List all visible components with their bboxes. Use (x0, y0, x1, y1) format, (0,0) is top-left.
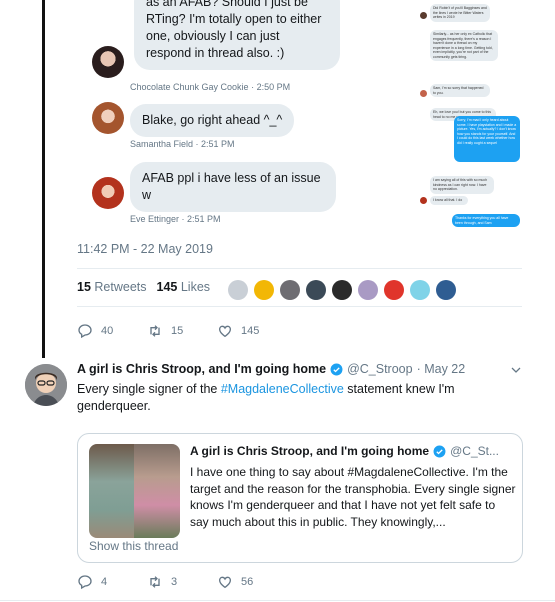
dm-line: as an AFAB? Should I just be (146, 0, 308, 9)
reply-button[interactable]: 40 (77, 323, 147, 339)
tweet-text: Every single signer of the #MagdaleneCol… (77, 381, 477, 415)
chevron-down-icon[interactable] (510, 364, 522, 376)
reply-count: 4 (101, 576, 108, 588)
tweet-actions: 4 3 56 (77, 574, 287, 590)
tweet-actions: 40 15 145 (77, 323, 287, 339)
reply-button[interactable]: 4 (77, 574, 147, 590)
divider (77, 268, 522, 269)
retweets-count: 15 (77, 280, 91, 294)
author-avatar[interactable] (25, 364, 67, 406)
mini-bubble: Thanks for everything you all have been … (452, 214, 520, 227)
dm-meta-1: Chocolate Chunk Gay Cookie · 2:50 PM (130, 82, 291, 92)
quoted-author-name: A girl is Chris Stroop, and I'm going ho… (190, 444, 430, 458)
avatar-illustration (25, 364, 67, 406)
quoted-tweet-text: I have one thing to say about #Magdalene… (190, 465, 516, 529)
liker-avatar[interactable] (384, 280, 404, 300)
liker-avatar[interactable] (332, 280, 352, 300)
quoted-tweet-card[interactable]: A girl is Chris Stroop, and I'm going ho… (77, 433, 523, 563)
dm-line: w (142, 188, 152, 202)
retweet-icon (150, 576, 160, 588)
liker-avatar[interactable] (228, 280, 248, 300)
liker-avatar[interactable] (306, 280, 326, 300)
dm-meta-3: Eve Ettinger · 2:51 PM (130, 214, 221, 224)
quoted-author-handle: @C_St... (450, 444, 499, 458)
likes-stat[interactable]: 145 Likes (157, 280, 211, 294)
reply-icon (78, 575, 92, 590)
dm-avatar-eve (92, 177, 124, 209)
mini-bubble: Did Robin't of you'll Bagginses and the … (430, 4, 490, 22)
tweet-media-image-2[interactable]: Did Robin't of you'll Bagginses and the … (416, 0, 522, 228)
mini-avatar (420, 12, 427, 19)
like-count: 145 (241, 325, 260, 337)
thread-connector-line (42, 0, 45, 358)
retweet-button[interactable]: 3 (147, 574, 217, 590)
reply-icon (78, 324, 92, 339)
tweet-date[interactable]: · May 22 (417, 362, 466, 376)
liker-avatar[interactable] (358, 280, 378, 300)
dm-meta-2: Samantha Field · 2:51 PM (130, 139, 235, 149)
dm-avatar-cookie (92, 46, 124, 78)
likes-label: Likes (180, 280, 211, 294)
dm-bubble-2: Blake, go right ahead ^_^ (130, 104, 295, 137)
verified-badge-icon (433, 445, 446, 457)
show-thread-link[interactable]: Show this thread (89, 539, 178, 553)
retweets-label: Retweets (94, 280, 147, 294)
likes-count: 145 (156, 280, 178, 294)
liker-avatar[interactable] (254, 280, 274, 300)
hashtag-link[interactable]: #MagdaleneCollective (221, 382, 344, 396)
tweet-timestamp[interactable]: 11:42 PM - 22 May 2019 (77, 242, 213, 256)
divider (77, 306, 522, 307)
like-count: 56 (241, 576, 254, 588)
retweet-icon (150, 325, 160, 337)
quoted-photo-right (134, 444, 180, 538)
reply-count: 40 (101, 325, 114, 337)
dm-line: one, obviously I can just (146, 29, 280, 43)
quoted-tweet-media[interactable] (89, 444, 180, 538)
dm-line: RTing? I'm totally open to either (146, 12, 322, 26)
dm-line: AFAB ppl i have less of an issue (142, 171, 321, 185)
mini-avatar (420, 197, 427, 204)
mini-bubble: Similarly... as her only ex Catholic tha… (430, 30, 498, 61)
mini-bubble: I know all that. I do (430, 196, 468, 205)
heart-icon (218, 325, 232, 338)
dm-bubble-1: as an AFAB? Should I just be RTing? I'm … (134, 0, 340, 70)
author-name[interactable]: A girl is Chris Stroop, and I'm going ho… (77, 362, 326, 376)
liker-avatar[interactable] (410, 280, 430, 300)
mini-bubble: Sorry, I'm mad I only heard about some. … (454, 116, 520, 162)
heart-icon (218, 576, 232, 589)
mini-avatar (420, 90, 427, 97)
liker-avatar[interactable] (436, 280, 456, 300)
like-button[interactable]: 145 (217, 323, 287, 339)
retweets-stat[interactable]: 15 Retweets (77, 280, 147, 294)
author-handle[interactable]: @C_Stroop (347, 362, 413, 376)
quoted-photo-left (89, 444, 134, 538)
tweet-header: A girl is Chris Stroop, and I'm going ho… (77, 362, 465, 376)
verified-badge-icon (330, 363, 343, 375)
liker-avatar[interactable] (280, 280, 300, 300)
tweet-text-part: Every single signer of the (77, 382, 221, 396)
divider (0, 600, 555, 601)
tweet-media-image[interactable]: as an AFAB? Should I just be RTing? I'm … (76, 0, 416, 228)
like-button[interactable]: 56 (217, 574, 287, 590)
mini-bubble: I am saying all of this with so much kin… (430, 176, 494, 194)
dm-avatar-samantha (92, 102, 124, 134)
quoted-tweet-header: A girl is Chris Stroop, and I'm going ho… (190, 444, 499, 458)
tweet-stats: 15 Retweets 145 Likes (77, 280, 210, 294)
dm-line: respond in thread also. :) (146, 46, 285, 60)
retweet-count: 15 (171, 325, 184, 337)
dm-bubble-3: AFAB ppl i have less of an issue w (130, 162, 336, 212)
mini-bubble: Sam, I'm so sorry that happened to you. (430, 84, 490, 97)
retweet-button[interactable]: 15 (147, 323, 217, 339)
retweet-count: 3 (171, 576, 178, 588)
likers-avatars (228, 280, 456, 300)
dm-line: Blake, go right ahead ^_^ (142, 113, 283, 127)
